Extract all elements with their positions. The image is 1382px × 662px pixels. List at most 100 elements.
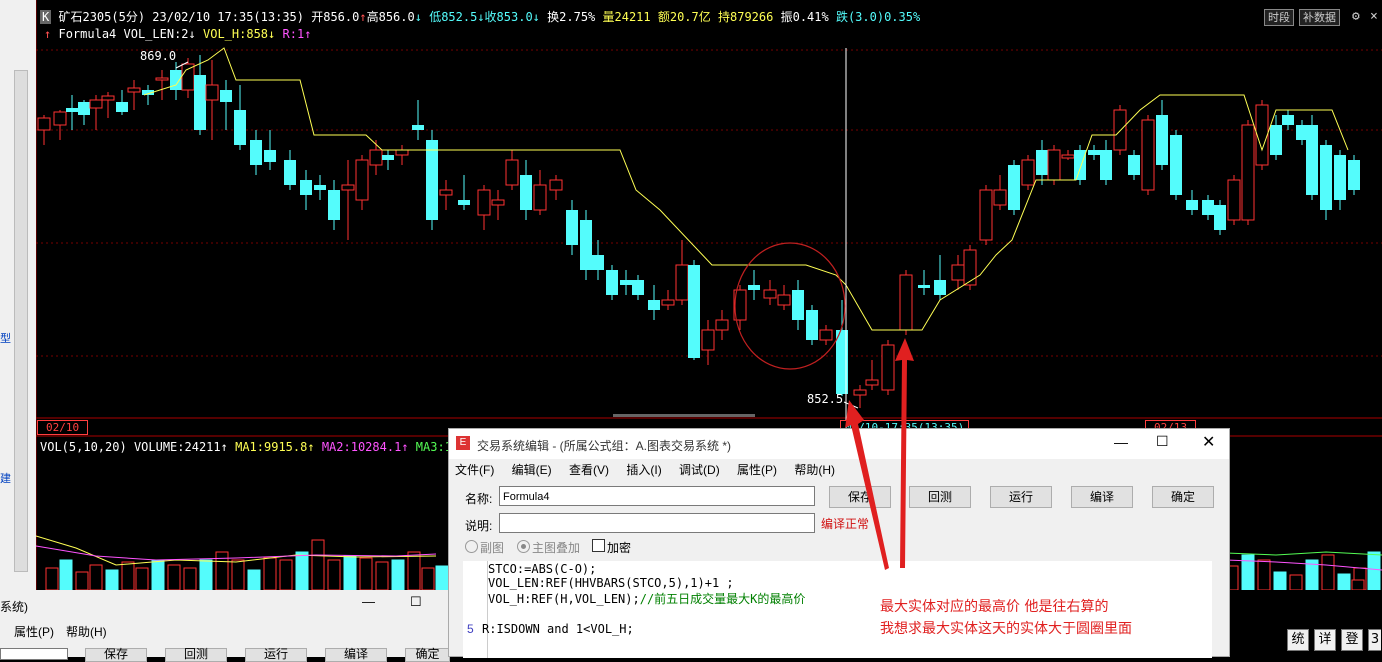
volume-bar (135, 567, 149, 590)
right-button-4[interactable]: 3 (1368, 629, 1381, 651)
volume-bar (151, 559, 165, 590)
candle-body (1255, 104, 1269, 166)
volume-bar (295, 551, 309, 590)
bg-menu-help[interactable]: 帮助(H) (66, 623, 107, 640)
volume-bar (279, 559, 293, 590)
bg-menu-properties[interactable]: 属性(P) (14, 623, 54, 640)
maximize-icon[interactable]: ☐ (410, 594, 422, 610)
candle-body (853, 389, 867, 396)
menu-help[interactable]: 帮助(H) (794, 463, 835, 477)
ok-button[interactable]: 确定 (1152, 486, 1214, 508)
candle-body (979, 189, 993, 241)
candle-body (1088, 150, 1100, 155)
gear-icon[interactable]: ⚙ (1352, 9, 1360, 24)
volume-bar (327, 559, 341, 590)
volume-bar (1257, 559, 1271, 590)
candle-body (549, 179, 563, 191)
volume-bar (45, 567, 59, 590)
code-line: R:ISDOWN and 1<VOL_H; (482, 622, 634, 636)
candle-body (777, 294, 791, 306)
minimize-icon[interactable]: — (362, 594, 375, 609)
encrypt-checkbox[interactable] (592, 539, 605, 552)
formula-name: Formula4 (58, 27, 117, 41)
close-icon[interactable]: ✕ (1202, 432, 1215, 452)
k-icon[interactable]: K (40, 10, 52, 24)
name-field[interactable]: Formula4 (499, 486, 815, 506)
candle-body (412, 125, 424, 130)
menu-edit[interactable]: 编辑(E) (512, 463, 552, 477)
candle-body (1282, 115, 1294, 125)
volume-bar (375, 561, 389, 590)
bg-run-button[interactable]: 运行 (245, 648, 307, 662)
bg-backtest-button[interactable]: 回测 (165, 648, 227, 662)
candle-body (1170, 135, 1182, 195)
candle-body (934, 280, 946, 295)
candle-body (951, 264, 965, 281)
vol-volume: VOLUME:24211 (133, 440, 221, 454)
minimize-icon[interactable]: — (1114, 434, 1128, 450)
menu-properties[interactable]: 属性(P) (737, 463, 777, 477)
candle-body (369, 149, 383, 166)
candle-body (1214, 205, 1226, 230)
candle-body (170, 70, 182, 90)
compile-button[interactable]: 编译 (1071, 486, 1133, 508)
supplement-data-button[interactable]: 补数据 (1299, 9, 1340, 26)
annotation-text-1: 最大实体对应的最高价 他是往右算的 (880, 599, 1109, 615)
hold-label: 持879266 (718, 10, 774, 24)
timeshare-button[interactable]: 时段 (1264, 9, 1294, 26)
menu-debug[interactable]: 调试(D) (679, 463, 720, 477)
backtest-button[interactable]: 回测 (909, 486, 971, 508)
bg-ok-button[interactable]: 确定 (405, 648, 450, 662)
bg-name-field[interactable] (0, 648, 68, 660)
candle-body (314, 185, 326, 190)
candle-body (426, 140, 438, 220)
turnover-label: 换2.75% (547, 10, 596, 24)
candle-body (1156, 115, 1168, 165)
candle-body (205, 84, 219, 101)
candle-body (1061, 154, 1075, 159)
bg-save-button[interactable]: 保存 (85, 648, 147, 662)
menu-file[interactable]: 文件(F) (455, 463, 494, 477)
candle-body (620, 280, 632, 285)
bg-compile-button[interactable]: 编译 (325, 648, 387, 662)
candle-body (632, 280, 644, 295)
candle-body (1021, 159, 1035, 186)
candle-body (1270, 125, 1282, 155)
annotation-text-2: 我想求最大实体这天的实体大于圆圈里面 (880, 621, 1132, 637)
low-label: 低852.5 (429, 10, 478, 24)
horizontal-scrollbar (613, 414, 755, 417)
candle-body (1334, 155, 1346, 200)
candle-body (155, 77, 169, 81)
right-button-2[interactable]: 详 (1314, 629, 1336, 651)
run-button[interactable]: 运行 (990, 486, 1052, 508)
save-button[interactable]: 保存 (829, 486, 891, 508)
candle-body (328, 190, 340, 220)
candle-body (505, 159, 519, 186)
candle-body (792, 290, 804, 320)
compile-status: 编译正常 (821, 517, 870, 531)
dialog-titlebar[interactable]: E 交易系统编辑 - (所属公式组：A.图表交易系统 *) — ☐ ✕ (449, 429, 1229, 459)
candle-body (220, 90, 232, 102)
low-price-mark: 852.5 (807, 392, 844, 406)
vol-ma2: MA2:10284.1 (321, 440, 402, 454)
desc-field[interactable] (499, 513, 815, 533)
radio-sub-chart[interactable] (465, 540, 478, 553)
candle-body (733, 289, 747, 321)
volume-bar (343, 555, 357, 590)
symbol-label: 矿石2305(5分) (58, 10, 146, 24)
radio-main-overlay[interactable] (517, 540, 530, 553)
right-button-3[interactable]: 登 (1341, 629, 1363, 651)
candle-body (1113, 109, 1127, 151)
menu-insert[interactable]: 插入(I) (626, 463, 661, 477)
code-line: STCO:=ABS(C-O); (488, 562, 597, 576)
volume-bar (263, 557, 277, 590)
menu-view[interactable]: 查看(V) (569, 463, 609, 477)
left-scrollbar[interactable] (14, 70, 28, 572)
candle-body (1100, 150, 1112, 180)
close-icon[interactable]: × (1370, 9, 1378, 24)
radio-main-label: 主图叠加 (532, 541, 581, 555)
name-label: 名称: (465, 492, 493, 506)
maximize-icon[interactable]: ☐ (1156, 433, 1169, 450)
radio-sub-label: 副图 (480, 541, 505, 555)
right-button-1[interactable]: 统 (1287, 629, 1309, 651)
